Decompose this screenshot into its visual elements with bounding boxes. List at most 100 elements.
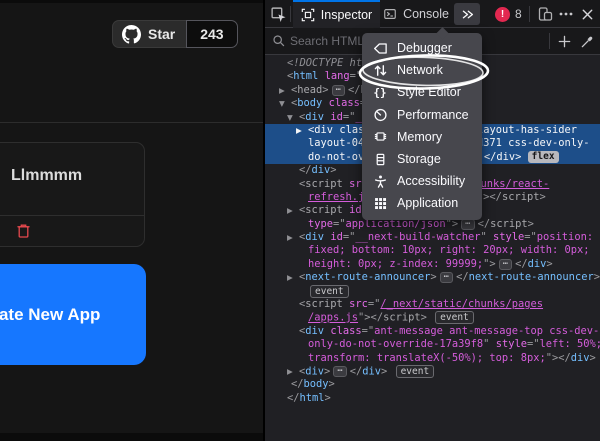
markup-line[interactable]: transform: translateX(-50%); top: 8px;">… (265, 352, 600, 365)
markup-token: next-route-announcer (305, 271, 430, 283)
markup-line[interactable]: height: 0px; z-index: 99999;">⋯</div> (265, 258, 600, 271)
menu-item-performance[interactable]: Performance (362, 104, 482, 126)
markup-token: </ (456, 271, 469, 283)
markup-token: div (528, 258, 547, 270)
markup-line[interactable]: <script src="/_next/static/chunks/pages (265, 298, 600, 311)
markup-token: " (483, 338, 496, 350)
error-badge[interactable]: ! (495, 7, 510, 22)
application-icon (372, 195, 388, 211)
markup-token: </ (484, 151, 497, 163)
markup-token: div (362, 365, 381, 377)
menu-item-network[interactable]: Network (362, 59, 482, 81)
menu-item-accessibility[interactable]: Accessibility (362, 170, 482, 192)
markup-token: next-route-announcer (469, 271, 594, 283)
inspector-icon (301, 8, 315, 22)
expand-arrow-icon[interactable]: ▶ (287, 365, 293, 378)
markup-line[interactable]: type="application/json">⋯</script> (265, 218, 600, 231)
menu-item-label: Style Editor (397, 85, 461, 99)
menu-item-debugger[interactable]: Debugger (362, 37, 482, 59)
menu-item-storage[interactable]: Storage (362, 148, 482, 170)
search-input[interactable]: Search HTML (290, 28, 364, 54)
markup-token: id (349, 204, 362, 216)
expand-arrow-icon[interactable]: ▶ (296, 124, 302, 137)
tab-inspector-label: Inspector (321, 8, 372, 22)
expand-arrow-icon[interactable]: ▶ (287, 231, 293, 244)
responsive-mode-button[interactable] (536, 5, 554, 23)
web-page: Star 243 Llmmmm Create New App (0, 0, 263, 441)
devtools-toolbar: Inspector Console ! 8 (265, 0, 600, 28)
event-badge[interactable]: event (310, 285, 349, 298)
markup-line[interactable]: <div class="ant-message ant-message-top … (265, 325, 600, 338)
expand-badge[interactable]: ⋯ (333, 366, 346, 377)
markup-token (521, 151, 527, 163)
menu-item-application[interactable]: Application (362, 192, 482, 214)
markup-line[interactable]: ▶<div>⋯</div> event (265, 365, 600, 378)
pick-element-button[interactable] (268, 4, 288, 24)
markup-token: class (329, 97, 360, 109)
add-node-button[interactable] (556, 33, 573, 50)
app-card[interactable]: Llmmmm (0, 142, 145, 247)
markup-line[interactable]: event (265, 285, 600, 298)
github-star-widget[interactable]: Star 243 (112, 20, 238, 48)
eyedropper-button[interactable] (579, 33, 596, 50)
markup-token: =" (343, 111, 356, 123)
markup-token: position: (537, 231, 593, 243)
markup-line[interactable]: ▶<div id="__next-build-watcher" style="p… (265, 231, 600, 244)
markup-line[interactable]: only-do-not-override-17a39f8" style="lef… (265, 338, 600, 351)
more-tabs-button[interactable] (454, 3, 480, 25)
expand-badge[interactable]: ⋯ (332, 85, 345, 96)
markup-token: =" (368, 298, 381, 310)
markup-token: script (305, 204, 343, 216)
markup-token: script (305, 298, 343, 310)
collapse-arrow-icon[interactable]: ▼ (279, 97, 285, 110)
error-badge-glyph: ! (501, 9, 504, 20)
markup-token: body (304, 378, 329, 390)
debugger-icon (372, 40, 388, 56)
github-icon (122, 25, 141, 44)
tab-console[interactable]: Console (380, 0, 452, 28)
tab-console-label: Console (403, 7, 449, 21)
markup-token: div (305, 365, 324, 377)
markup-line[interactable]: /apps.js"></script> event (265, 311, 600, 324)
expand-badge[interactable]: ⋯ (440, 272, 453, 283)
expand-badge[interactable]: ⋯ (499, 259, 512, 270)
markup-token (387, 365, 393, 377)
menu-item-style-editor[interactable]: {} Style Editor (362, 81, 482, 103)
markup-line[interactable]: fixed; bottom: 10px; right: 20px; width:… (265, 244, 600, 257)
markup-token: =" (350, 70, 363, 82)
search-icon (272, 34, 286, 48)
markup-token: html (293, 70, 318, 82)
github-star-button[interactable]: Star (112, 20, 186, 48)
markup-line[interactable]: </body> (265, 378, 600, 391)
markup-token: </ (478, 218, 491, 230)
markup-token: " (480, 231, 493, 243)
expand-arrow-icon[interactable]: ▶ (287, 271, 293, 284)
markup-token: id (330, 231, 343, 243)
event-badge[interactable]: event (396, 365, 435, 378)
flex-badge[interactable]: flex (528, 151, 559, 163)
expand-arrow-icon[interactable]: ▶ (279, 84, 285, 97)
star-count[interactable]: 243 (186, 20, 237, 48)
menu-item-label: Performance (397, 108, 469, 122)
markup-token: body (297, 97, 322, 109)
expand-badge[interactable]: ⋯ (461, 219, 474, 230)
menu-item-memory[interactable]: Memory (362, 126, 482, 148)
collapse-arrow-icon[interactable]: ▼ (287, 111, 293, 124)
event-badge[interactable]: event (435, 311, 474, 324)
markup-token: class (330, 325, 361, 337)
markup-token: height: 0px; z-index: 99999; (308, 258, 483, 270)
markup-token: > (330, 164, 336, 176)
tab-inspector[interactable]: Inspector (293, 0, 380, 28)
expand-arrow-icon[interactable]: ▶ (287, 204, 293, 217)
markup-line[interactable]: ▶<next-route-announcer>⋯</next-route-ann… (265, 271, 600, 284)
markup-token: type (308, 218, 333, 230)
create-new-app-button[interactable]: Create New App (0, 264, 146, 365)
close-devtools-button[interactable] (578, 5, 596, 23)
delete-app-button[interactable] (16, 223, 34, 241)
markup-line[interactable]: </html> (265, 392, 600, 405)
style-editor-icon: {} (372, 84, 388, 100)
page-top-strip (0, 0, 263, 3)
markup-token: > (325, 392, 331, 404)
markup-token: </ (515, 258, 528, 270)
devtools-menu-button[interactable] (557, 5, 575, 23)
